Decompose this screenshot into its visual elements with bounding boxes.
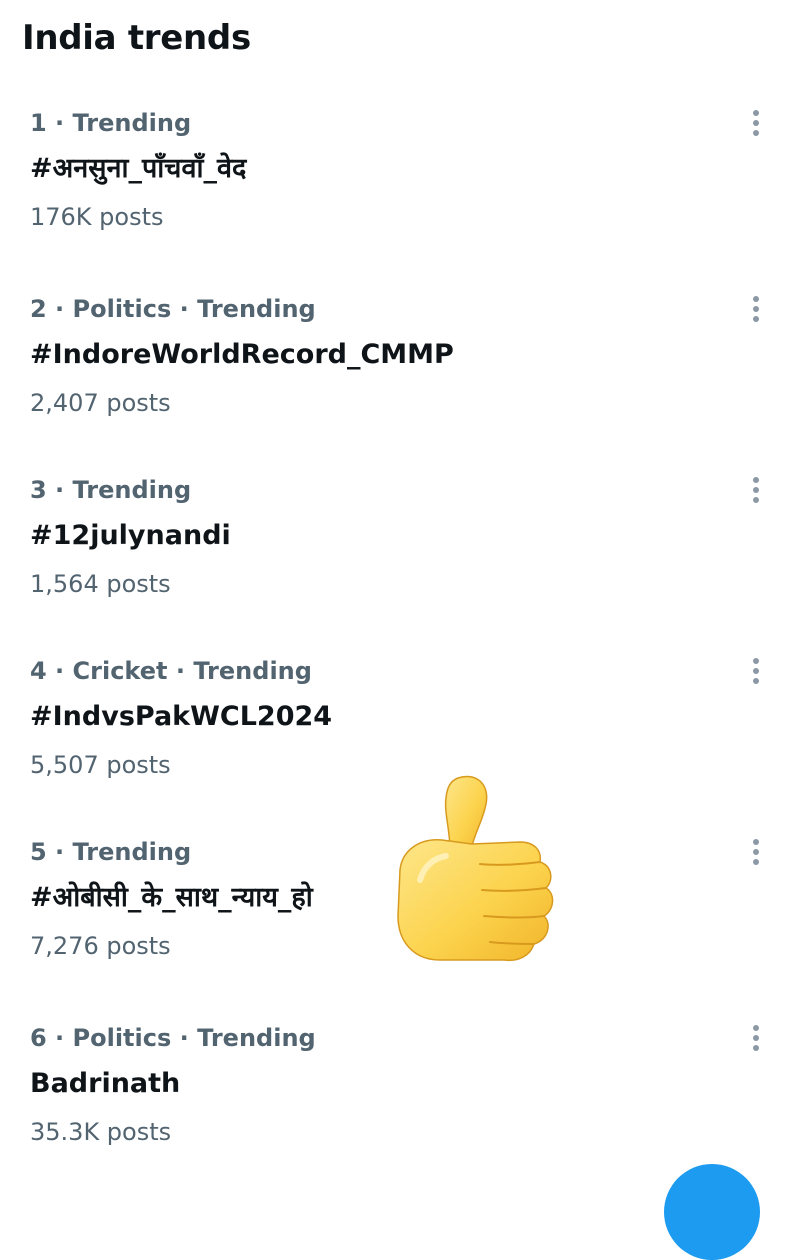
trend-post-count: 5,507 posts [30,751,171,779]
trend-name: #ओबीसी_के_साथ_न्याय_हो [30,882,313,913]
trend-post-count: 2,407 posts [30,389,171,417]
trend-item-6[interactable]: 6 · Politics · Trending Badrinath 35.3K … [0,1015,792,1185]
trend-name: #अनसुना_पाँचवाँ_वेद [30,153,247,184]
trend-name: #IndoreWorldRecord_CMMP [30,339,454,370]
more-options-icon[interactable] [746,835,766,869]
more-options-icon[interactable] [746,473,766,507]
more-options-icon[interactable] [746,1021,766,1055]
trend-context: 2 · Politics · Trending [30,295,316,323]
trend-post-count: 35.3K posts [30,1118,172,1146]
trend-context: 5 · Trending [30,838,192,866]
more-options-icon[interactable] [746,292,766,326]
trend-item-1[interactable]: 1 · Trending #अनसुना_पाँचवाँ_वेद 176K po… [0,100,792,270]
trend-name: #12julynandi [30,520,231,551]
thumbs-up-emoji-icon [397,775,554,962]
more-options-icon[interactable] [746,654,766,688]
trend-context: 4 · Cricket · Trending [30,657,312,685]
trend-name: #IndvsPakWCL2024 [30,701,333,732]
trend-post-count: 176K posts [30,203,164,231]
trend-context: 3 · Trending [30,476,192,504]
trend-item-3[interactable]: 3 · Trending #12julynandi 1,564 posts [0,467,792,637]
compose-button[interactable] [664,1164,760,1260]
page-title: India trends [22,18,251,58]
trend-name: Badrinath [30,1068,181,1099]
trend-context: 1 · Trending [30,109,192,137]
trend-post-count: 7,276 posts [30,932,171,960]
more-options-icon[interactable] [746,106,766,140]
trend-context: 6 · Politics · Trending [30,1024,316,1052]
trend-item-2[interactable]: 2 · Politics · Trending #IndoreWorldReco… [0,286,792,456]
trend-post-count: 1,564 posts [30,570,171,598]
